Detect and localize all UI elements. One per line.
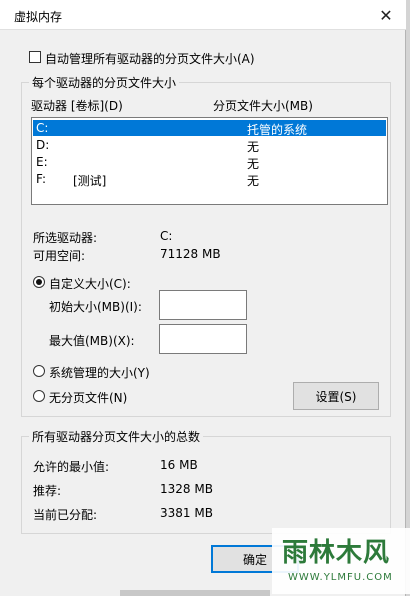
recommended-value: 1328 MB	[160, 482, 213, 496]
custom-size-label[interactable]: 自定义大小(C):	[49, 275, 131, 292]
drive-row-c[interactable]: C: 托管的系统	[33, 120, 386, 137]
drive-paging-size: 无	[247, 174, 260, 188]
right-edge-strip	[406, 0, 410, 596]
selected-drive-value: C:	[160, 229, 173, 243]
currently-allocated-value: 3381 MB	[160, 506, 213, 520]
drives-listbox[interactable]: C: 托管的系统 D: 无 E: 无 F: [测试] 无	[31, 117, 388, 205]
system-managed-label[interactable]: 系统管理的大小(Y)	[49, 364, 150, 381]
free-space-label: 可用空间:	[33, 249, 86, 263]
selected-drive-label: 所选驱动器:	[33, 231, 98, 245]
drives-group-title: 每个驱动器的分页文件大小	[29, 74, 180, 91]
max-size-label: 最大值(MB)(X):	[49, 334, 135, 348]
drive-letter: C:	[36, 121, 49, 135]
no-paging-file-label[interactable]: 无分页文件(N)	[49, 389, 127, 406]
watermark: 雨林木风 WWW.YLMFU.COM	[272, 528, 410, 594]
watermark-logo: 雨林木风	[282, 538, 391, 568]
title-bar: 虚拟内存 ✕	[0, 0, 406, 30]
drive-row-d[interactable]: D: 无	[33, 137, 386, 154]
auto-manage-label[interactable]: 自动管理所有驱动器的分页文件大小(A)	[45, 50, 255, 67]
close-icon[interactable]: ✕	[374, 4, 398, 26]
drive-letter: E:	[36, 155, 48, 169]
recommended-label: 推荐:	[33, 484, 62, 498]
virtual-memory-dialog: 性 虚拟内存 ✕ 自动管理所有驱动器的分页文件大小(A) 每个驱动器的分页文件大…	[0, 0, 406, 596]
drive-volume-label: [测试]	[73, 174, 107, 188]
drive-paging-size: 托管的系统	[247, 123, 308, 137]
min-allowed-value: 16 MB	[160, 458, 198, 472]
initial-size-label: 初始大小(MB)(I):	[49, 300, 142, 314]
drive-column-header: 驱动器 [卷标](D)	[31, 99, 123, 113]
drive-row-f[interactable]: F: [测试] 无	[33, 171, 386, 188]
watermark-url: WWW.YLMFU.COM	[288, 572, 393, 583]
drive-paging-size: 无	[247, 157, 260, 171]
totals-group-title: 所有驱动器分页文件大小的总数	[29, 428, 204, 445]
auto-manage-checkbox[interactable]	[29, 51, 41, 63]
min-allowed-label: 允许的最小值:	[33, 460, 110, 474]
bottom-edge-strip	[120, 590, 270, 596]
size-column-header: 分页文件大小(MB)	[213, 99, 313, 113]
free-space-value: 71128 MB	[160, 247, 221, 261]
drive-letter: D:	[36, 138, 50, 152]
system-managed-radio[interactable]	[33, 365, 45, 377]
no-paging-file-radio[interactable]	[33, 390, 45, 402]
custom-size-radio[interactable]	[33, 276, 45, 288]
window-title: 虚拟内存	[14, 10, 63, 24]
set-button[interactable]: 设置(S)	[293, 382, 379, 410]
currently-allocated-label: 当前已分配:	[33, 508, 98, 522]
drive-row-e[interactable]: E: 无	[33, 154, 386, 171]
initial-size-input[interactable]	[159, 290, 247, 320]
max-size-input[interactable]	[159, 324, 247, 354]
drive-letter: F:	[36, 172, 47, 186]
drive-paging-size: 无	[247, 140, 260, 154]
